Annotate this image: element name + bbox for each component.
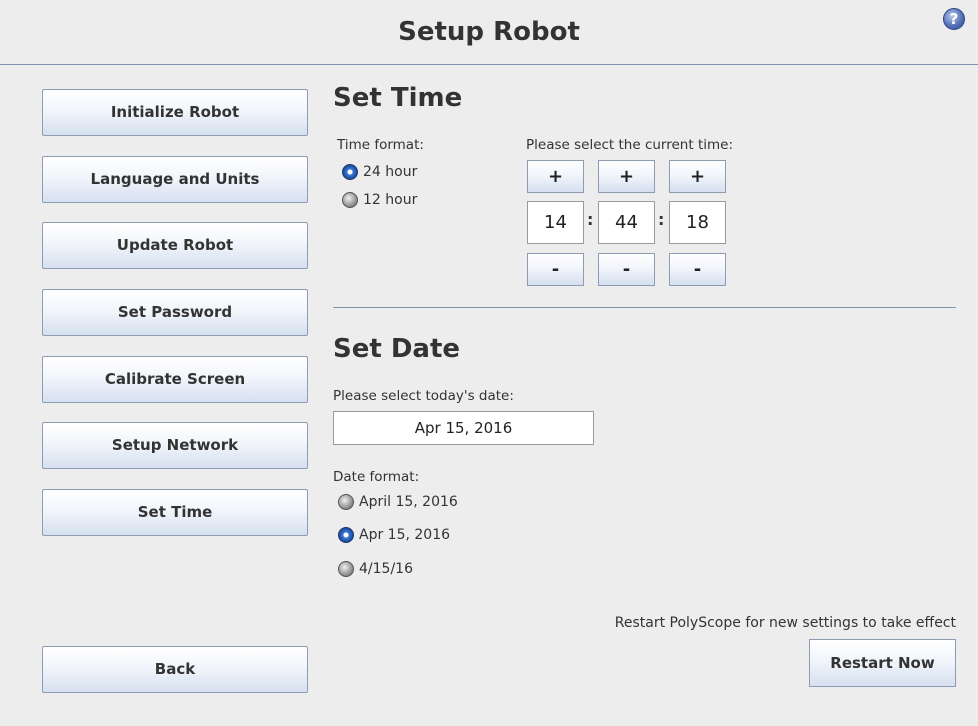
- time-format-24-hour-label: 24 hour: [363, 164, 418, 180]
- set-time-heading: Set Time: [333, 83, 463, 113]
- second-increment-button[interactable]: +: [669, 160, 726, 193]
- language-and-units-button[interactable]: Language and Units: [42, 156, 308, 203]
- help-icon[interactable]: ?: [943, 8, 965, 30]
- set-password-button[interactable]: Set Password: [42, 289, 308, 336]
- restart-note: Restart PolyScope for new settings to ta…: [614, 615, 956, 631]
- current-date-label: Please select today's date:: [333, 388, 514, 404]
- set-time-button[interactable]: Set Time: [42, 489, 308, 536]
- radio-unselected-icon[interactable]: [338, 561, 354, 577]
- time-separator: :: [587, 210, 594, 229]
- time-separator: :: [658, 210, 665, 229]
- radio-selected-icon[interactable]: [338, 527, 354, 543]
- hour-field[interactable]: 14: [527, 201, 584, 244]
- hour-decrement-button[interactable]: -: [527, 253, 584, 286]
- second-decrement-button[interactable]: -: [669, 253, 726, 286]
- date-format-label: Date format:: [333, 469, 420, 485]
- radio-unselected-icon[interactable]: [338, 494, 354, 510]
- set-date-heading: Set Date: [333, 334, 461, 364]
- initialize-robot-button[interactable]: Initialize Robot: [42, 89, 308, 136]
- date-format-short-label: 4/15/16: [359, 561, 413, 577]
- minute-decrement-button[interactable]: -: [598, 253, 655, 286]
- header-bar: Setup Robot ?: [0, 0, 978, 65]
- date-format-medium-label: Apr 15, 2016: [359, 527, 451, 543]
- radio-selected-icon[interactable]: [342, 164, 358, 180]
- time-format-24-hour-option[interactable]: 24 hour: [342, 162, 417, 182]
- section-divider: [333, 307, 956, 308]
- minute-field[interactable]: 44: [598, 201, 655, 244]
- date-format-medium-option[interactable]: Apr 15, 2016: [338, 525, 450, 545]
- time-format-label: Time format:: [337, 137, 424, 153]
- date-format-short-option[interactable]: 4/15/16: [338, 559, 413, 579]
- date-field[interactable]: Apr 15, 2016: [333, 411, 594, 445]
- time-format-12-hour-label: 12 hour: [363, 192, 418, 208]
- minute-increment-button[interactable]: +: [598, 160, 655, 193]
- update-robot-button[interactable]: Update Robot: [42, 222, 308, 269]
- date-format-long-label: April 15, 2016: [359, 494, 458, 510]
- calibrate-screen-button[interactable]: Calibrate Screen: [42, 356, 308, 403]
- setup-network-button[interactable]: Setup Network: [42, 422, 308, 469]
- current-time-label: Please select the current time:: [526, 137, 733, 153]
- back-button[interactable]: Back: [42, 646, 308, 693]
- second-field[interactable]: 18: [669, 201, 726, 244]
- page-title: Setup Robot: [398, 17, 580, 47]
- date-format-long-option[interactable]: April 15, 2016: [338, 492, 458, 512]
- hour-increment-button[interactable]: +: [527, 160, 584, 193]
- time-format-12-hour-option[interactable]: 12 hour: [342, 190, 417, 210]
- radio-unselected-icon[interactable]: [342, 192, 358, 208]
- restart-now-button[interactable]: Restart Now: [809, 639, 956, 687]
